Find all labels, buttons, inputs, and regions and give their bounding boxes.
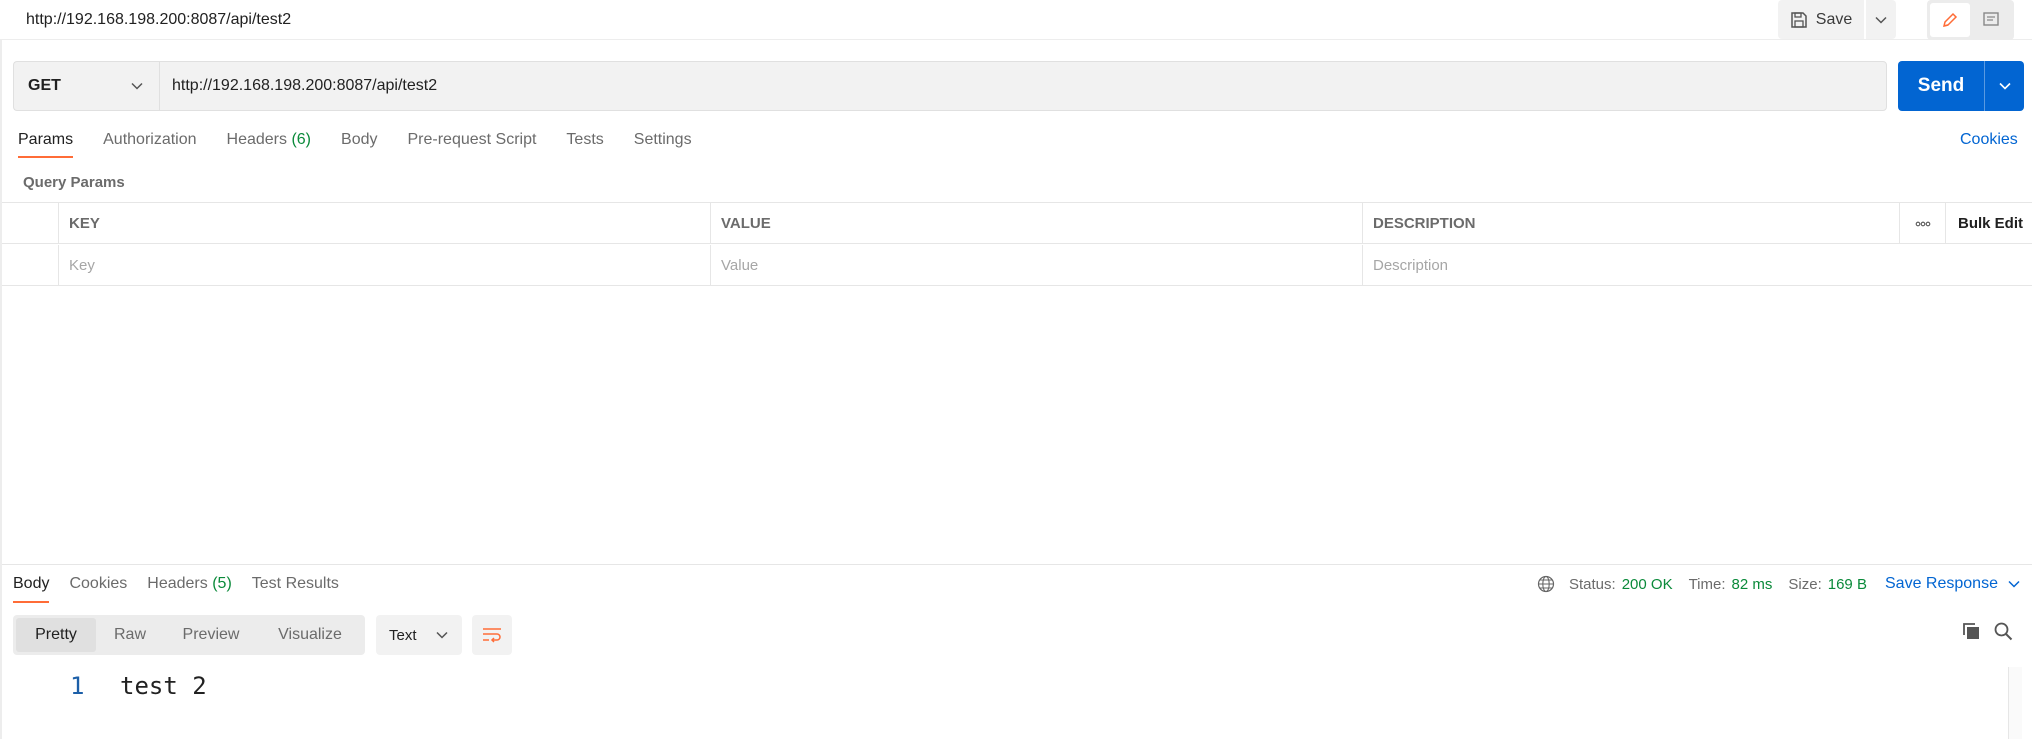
panel-left-border [0, 40, 2, 739]
response-tab-test-results[interactable]: Test Results [252, 575, 339, 603]
http-method-value: GET [28, 77, 61, 94]
search-icon[interactable] [1993, 621, 2013, 641]
response-scrollbar[interactable] [2008, 667, 2022, 739]
view-mode-preview[interactable]: Preview [164, 618, 258, 652]
row-checkbox-column [2, 203, 58, 244]
row-checkbox-cell [2, 245, 58, 286]
send-button[interactable]: Send [1898, 61, 1984, 111]
time-value[interactable]: 82 ms [1732, 576, 1773, 593]
tab-label: Body [341, 131, 378, 148]
response-tabs: Body Cookies Headers (5) Test Results [13, 575, 359, 603]
tab-params[interactable]: Params [18, 131, 74, 158]
size-value[interactable]: 169 B [1828, 576, 1867, 593]
edit-pencil-icon [1941, 11, 1959, 29]
value-input[interactable]: Value [710, 245, 1362, 286]
copy-icon[interactable] [1961, 621, 1981, 641]
response-tab-body[interactable]: Body [13, 575, 50, 603]
tab-label: Tests [566, 131, 604, 148]
comment-icon [1982, 11, 2000, 29]
column-header-description: DESCRIPTION [1362, 203, 1899, 244]
tab-settings[interactable]: Settings [634, 131, 692, 158]
tab-label: Headers [226, 131, 287, 148]
line-number: 1 [70, 672, 85, 700]
request-title[interactable]: http://192.168.198.200:8087/api/test2 [26, 11, 291, 29]
more-options-button[interactable] [1899, 203, 1945, 244]
table-row: Key Value Description [2, 245, 2032, 286]
tab-label: Authorization [103, 131, 197, 148]
status-value[interactable]: 200 OK [1622, 576, 1673, 593]
save-button-label: Save [1815, 10, 1853, 28]
chevron-down-icon [131, 82, 143, 90]
tab-label: Headers [147, 575, 208, 592]
tab-label: Params [18, 131, 74, 148]
tab-tests[interactable]: Tests [566, 131, 603, 158]
response-divider[interactable] [2, 564, 2032, 565]
tab-label: Cookies [69, 575, 128, 592]
save-options-button[interactable] [1866, 0, 1896, 39]
tab-body[interactable]: Body [341, 131, 377, 158]
column-header-value: VALUE [710, 203, 1362, 244]
view-mode-pretty[interactable]: Pretty [16, 618, 96, 652]
description-input[interactable]: Description [1362, 245, 1899, 286]
comments-mode-button[interactable] [1972, 3, 2012, 37]
http-method-select[interactable]: GET [13, 61, 159, 111]
response-view-mode: Pretty Raw Preview Visualize [13, 615, 365, 655]
table-header-row: KEY VALUE DESCRIPTION Bulk Edit [2, 203, 2032, 244]
response-tab-cookies[interactable]: Cookies [69, 575, 127, 603]
tab-pre-request-script[interactable]: Pre-request Script [407, 131, 536, 158]
time-label: Time: [1688, 575, 1726, 593]
request-tabs: Params Authorization Headers (6) Body Pr… [18, 131, 722, 158]
response-meta: Status: 200 OK Time: 82 ms Size: 169 B [1537, 575, 1883, 593]
view-mode-visualize[interactable]: Visualize [258, 618, 362, 652]
response-tab-headers[interactable]: Headers (5) [147, 575, 232, 603]
chevron-down-icon [436, 631, 448, 639]
key-input[interactable]: Key [58, 245, 710, 286]
save-icon [1790, 11, 1808, 29]
chevron-down-icon [1875, 16, 1887, 24]
url-input[interactable] [159, 61, 1887, 111]
save-button[interactable]: Save [1778, 0, 1864, 39]
query-params-heading: Query Params [23, 174, 125, 191]
send-options-button[interactable] [1985, 61, 2024, 111]
tab-label: Test Results [251, 575, 339, 592]
chevron-down-icon [2008, 580, 2020, 588]
send-group: Send [1898, 61, 2024, 111]
tab-label: Pre-request Script [407, 131, 537, 148]
tab-label: Body [13, 575, 50, 592]
more-horizontal-icon [1915, 221, 1931, 227]
status-label: Status: [1569, 575, 1616, 593]
tab-count-badge: (5) [212, 575, 232, 592]
save-group: Save [1778, 0, 1896, 39]
response-code-line: 1 test 2 [70, 672, 207, 700]
line-content[interactable]: test 2 [120, 672, 207, 700]
tab-label: Settings [633, 131, 692, 148]
edit-mode-button[interactable] [1930, 3, 1970, 37]
view-mode-toggle [1927, 0, 2014, 40]
chevron-down-icon [1998, 82, 2011, 90]
tab-headers[interactable]: Headers (6) [227, 131, 312, 158]
request-header-bar [0, 0, 2032, 40]
wrap-lines-icon [482, 627, 502, 643]
bulk-edit-button[interactable]: Bulk Edit [1945, 203, 2032, 244]
column-header-key: KEY [58, 203, 710, 244]
cookies-link[interactable]: Cookies [1960, 131, 2018, 149]
globe-icon[interactable] [1537, 575, 1555, 593]
tab-count-badge: (6) [291, 131, 312, 148]
tab-authorization[interactable]: Authorization [103, 131, 196, 158]
save-response-button[interactable]: Save Response [1885, 575, 2020, 593]
response-format-value: Text [389, 626, 417, 644]
response-format-select[interactable]: Text [376, 615, 462, 655]
save-response-label: Save Response [1885, 575, 1998, 592]
view-mode-raw[interactable]: Raw [96, 618, 164, 652]
query-params-table: KEY VALUE DESCRIPTION Bulk Edit Key Valu… [2, 202, 2032, 286]
size-label: Size: [1788, 575, 1822, 593]
wrap-lines-button[interactable] [472, 615, 512, 655]
